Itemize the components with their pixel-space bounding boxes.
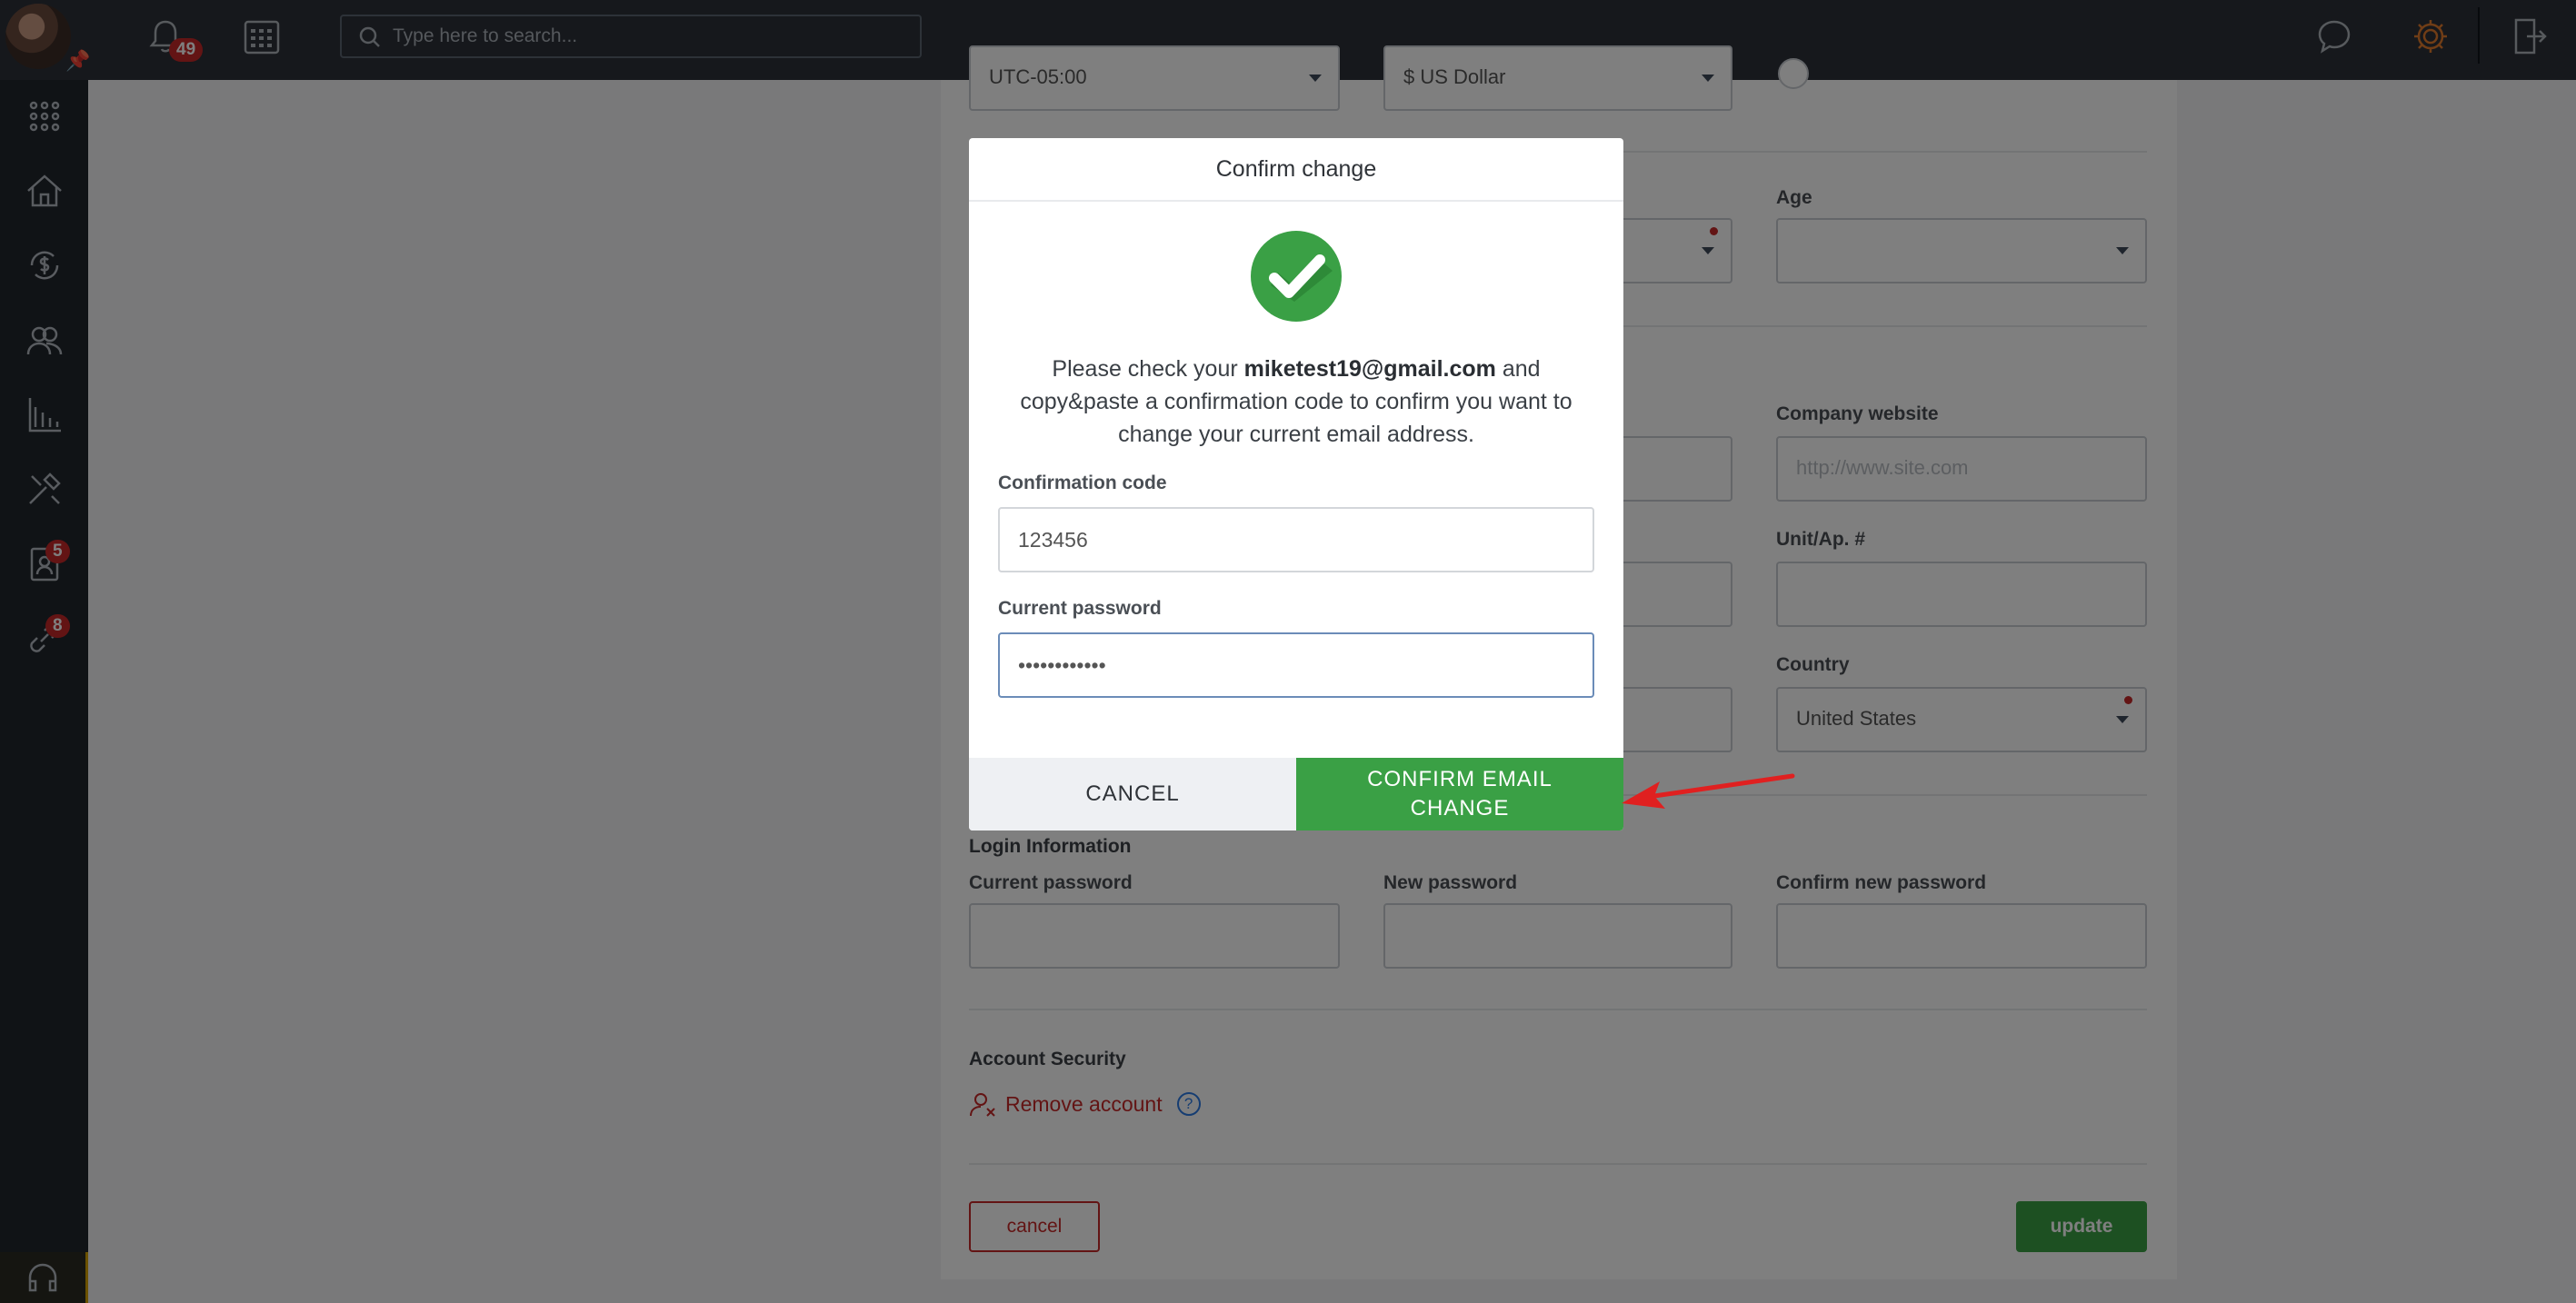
confirm-email-change-button[interactable]: CONFIRM EMAIL CHANGE [1296, 758, 1623, 831]
current-password-modal-label: Current password [998, 598, 1162, 619]
annotation-arrow-icon [1622, 773, 1795, 809]
modal-message: Please check your miketest19@gmail.com a… [1005, 353, 1587, 451]
confirm-change-modal: Confirm change Please check your miketes… [969, 138, 1623, 831]
modal-cancel-button[interactable]: CANCEL [969, 758, 1296, 831]
current-password-input[interactable] [998, 632, 1594, 698]
confirmation-code-input[interactable] [998, 507, 1594, 572]
confirmation-code-label: Confirmation code [998, 472, 1167, 493]
success-check-icon [1251, 231, 1342, 322]
email-address: miketest19@gmail.com [1243, 356, 1496, 382]
message-before: Please check your [1052, 356, 1244, 382]
modal-title: Confirm change [969, 138, 1623, 202]
